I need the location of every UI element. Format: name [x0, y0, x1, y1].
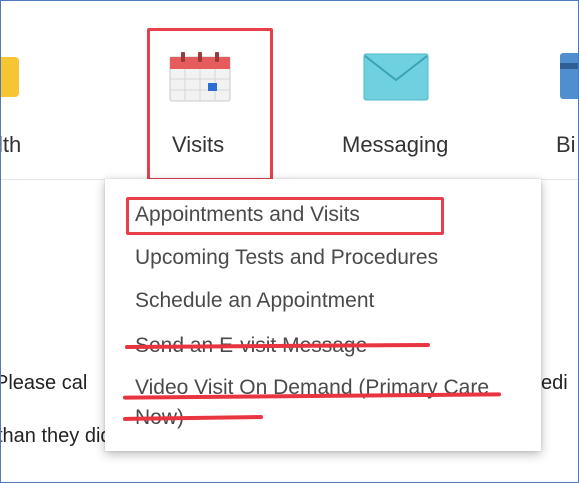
app-frame: Please cal edi than they did before; and…: [0, 0, 579, 483]
page-text-line1-left: Please cal: [0, 372, 88, 394]
nav-label-messaging: Messaging: [342, 132, 449, 157]
nav-label-health: lth: [0, 132, 22, 157]
nav-item-messaging[interactable]: Messaging: [331, 1, 467, 179]
nav-item-billing[interactable]: Bi: [541, 1, 578, 179]
nav-item-health[interactable]: lth: [1, 1, 61, 179]
menu-item-video-visit-on-demand[interactable]: Video Visit On Demand (Primary Care Now): [135, 373, 525, 433]
menu-item-schedule-appointment[interactable]: Schedule an Appointment: [135, 289, 374, 313]
heart-icon: [1, 57, 19, 97]
billing-icon: [560, 53, 578, 99]
nav-item-visits[interactable]: Visits: [147, 1, 273, 179]
top-nav: lth Visits Messaging Bi: [1, 1, 578, 180]
visits-dropdown-menu: Appointments and Visits Upcoming Tests a…: [105, 179, 541, 451]
nav-label-visits: Visits: [172, 132, 225, 157]
nav-label-billing: Bi: [556, 132, 576, 157]
menu-item-send-evisit-message[interactable]: Send an E-visit Message: [135, 334, 367, 358]
menu-item-upcoming-tests[interactable]: Upcoming Tests and Procedures: [135, 246, 438, 270]
menu-item-appointments-and-visits[interactable]: Appointments and Visits: [135, 203, 360, 227]
envelope-icon: [363, 53, 429, 101]
page-text-line1-right: edi: [541, 372, 568, 394]
calendar-icon: [169, 52, 231, 102]
